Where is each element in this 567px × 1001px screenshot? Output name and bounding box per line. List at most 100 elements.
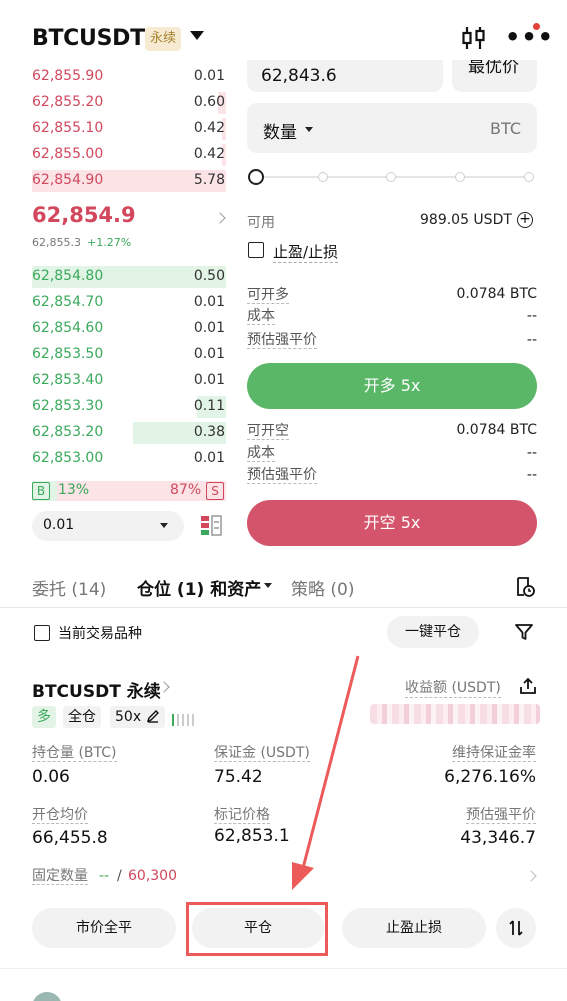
long-cost-label: 成本: [247, 308, 275, 325]
annotation-arrow: [292, 655, 360, 890]
ask-row[interactable]: 62,854.90 5.78: [32, 170, 226, 192]
long-liq-value: --: [526, 332, 537, 348]
ask-row[interactable]: 62,855.10 0.42: [32, 118, 226, 140]
slider-handle[interactable]: [248, 169, 264, 185]
bid-price: 62,853.30: [32, 398, 104, 414]
tpsl-checkbox[interactable]: [248, 242, 264, 258]
fixed-qty-label: 固定数量: [32, 868, 88, 885]
notification-dot: [533, 23, 540, 30]
ask-price: 62,855.10: [32, 120, 104, 136]
max-short-label: 可开空: [247, 423, 289, 440]
side-tag: 多: [32, 706, 56, 728]
best-price-button[interactable]: 最优价: [452, 60, 537, 92]
perpetual-badge: 永续: [145, 27, 181, 51]
price-input[interactable]: 62,843.6: [247, 60, 443, 92]
short-liq-label: 预估强平价: [247, 467, 317, 484]
mark-price-value: 62,853.1: [214, 826, 290, 846]
leverage-value: 50x: [115, 709, 142, 725]
tpsl-button[interactable]: 止盈止损: [342, 908, 486, 948]
ask-qty: 0.42: [193, 120, 225, 136]
bid-price: 62,853.40: [32, 372, 104, 388]
leverage-tag[interactable]: 50x: [110, 706, 165, 728]
bid-price: 62,853.20: [32, 424, 104, 440]
bid-price: 62,854.80: [32, 268, 104, 284]
quantity-input[interactable]: 数量 BTC: [247, 103, 537, 153]
transfer-add-icon[interactable]: +: [517, 212, 533, 228]
bid-row[interactable]: 62,853.00 0.01: [32, 448, 226, 470]
mark-price-label: 标记价格: [214, 807, 270, 824]
maint-margin-rate-value: 6,276.16%: [444, 767, 536, 787]
bid-qty: 0.01: [193, 346, 225, 362]
maint-margin-rate-label: 维持保证金率: [452, 745, 536, 762]
position-symbol[interactable]: BTCUSDT 永续: [32, 677, 161, 702]
reverse-position-button[interactable]: [496, 908, 536, 948]
tpsl-label[interactable]: 止盈/止损: [273, 241, 339, 263]
avatar: [32, 992, 62, 1001]
edit-icon[interactable]: [146, 709, 160, 723]
slider-tick[interactable]: [455, 172, 465, 182]
chevron-down-icon[interactable]: [264, 583, 272, 588]
highlight-box: [186, 902, 328, 956]
page-title[interactable]: BTCUSDT: [32, 26, 145, 51]
current-symbol-label[interactable]: 当前交易品种: [58, 623, 142, 643]
bid-row[interactable]: 62,853.40 0.01: [32, 370, 226, 392]
bid-row[interactable]: 62,854.70 0.01: [32, 292, 226, 314]
ask-price: 62,855.90: [32, 68, 104, 84]
filter-icon[interactable]: [514, 622, 534, 646]
precision-select[interactable]: 0.01: [32, 511, 184, 541]
bid-row[interactable]: 62,853.50 0.01: [32, 344, 226, 366]
bid-row[interactable]: 62,854.60 0.01: [32, 318, 226, 340]
position-size-value: 0.06: [32, 767, 70, 787]
tab-positions[interactable]: 仓位 (1) 和资产: [137, 575, 261, 600]
best-price-label: 最优价: [468, 60, 519, 77]
ask-row[interactable]: 62,855.20 0.60: [32, 92, 226, 114]
chevron-down-icon: [305, 127, 313, 132]
bid-row[interactable]: 62,853.30 0.11: [32, 396, 226, 418]
chevron-down-icon: [160, 523, 168, 528]
fixed-qty-separator: /: [117, 868, 122, 884]
sell-percent: 87%: [170, 482, 202, 498]
leverage-level-icon: [172, 711, 196, 730]
bid-qty: 0.01: [193, 372, 225, 388]
long-cost-value: --: [526, 308, 537, 324]
current-symbol-checkbox[interactable]: [34, 625, 50, 641]
open-short-button[interactable]: 开空 5x: [247, 500, 537, 546]
max-long-value: 0.0784 BTC: [456, 286, 537, 302]
slider-tick[interactable]: [386, 172, 396, 182]
sell-tag: S: [206, 482, 224, 500]
liq-price-value: 43,346.7: [460, 828, 536, 848]
orderbook-layout-icon[interactable]: [199, 514, 223, 542]
position-size-label: 持仓量 (BTC): [32, 745, 117, 762]
bid-row[interactable]: 62,854.80 0.50: [32, 266, 226, 288]
entry-price-label: 开仓均价: [32, 807, 88, 824]
share-icon[interactable]: [518, 676, 538, 700]
long-liq-label: 预估强平价: [247, 332, 317, 349]
margin-value: 75.42: [214, 767, 263, 787]
bid-qty: 0.38: [193, 424, 225, 440]
ask-qty: 0.60: [193, 94, 225, 110]
chevron-right-icon[interactable]: [214, 212, 226, 224]
tab-strategy[interactable]: 策略 (0): [291, 575, 354, 600]
history-icon[interactable]: [514, 576, 536, 602]
slider-tick[interactable]: [524, 172, 534, 182]
chevron-right-icon[interactable]: [525, 870, 537, 882]
candlestick-chart-icon[interactable]: [460, 24, 488, 56]
open-long-button[interactable]: 开多 5x: [247, 363, 537, 409]
market-close-all-button[interactable]: 市价全平: [32, 908, 176, 948]
ask-price: 62,854.90: [32, 172, 104, 188]
bid-row[interactable]: 62,853.20 0.38: [32, 422, 226, 444]
ask-row[interactable]: 62,855.90 0.01: [32, 66, 226, 88]
mark-price: 62,855.3: [32, 236, 81, 249]
ask-row[interactable]: 62,855.00 0.42: [32, 144, 226, 166]
divider: [0, 607, 567, 608]
slider-tick[interactable]: [318, 172, 328, 182]
symbol-dropdown-icon[interactable]: [190, 31, 204, 40]
more-icon[interactable]: •••: [505, 25, 554, 49]
short-cost-label: 成本: [247, 445, 275, 462]
last-price[interactable]: 62,854.9: [32, 203, 136, 227]
tab-orders[interactable]: 委托 (14): [32, 575, 106, 600]
quantity-unit: BTC: [490, 119, 521, 138]
max-short-value: 0.0784 BTC: [456, 422, 537, 438]
bid-price: 62,853.50: [32, 346, 104, 362]
close-all-button[interactable]: 一键平仓: [387, 616, 479, 648]
